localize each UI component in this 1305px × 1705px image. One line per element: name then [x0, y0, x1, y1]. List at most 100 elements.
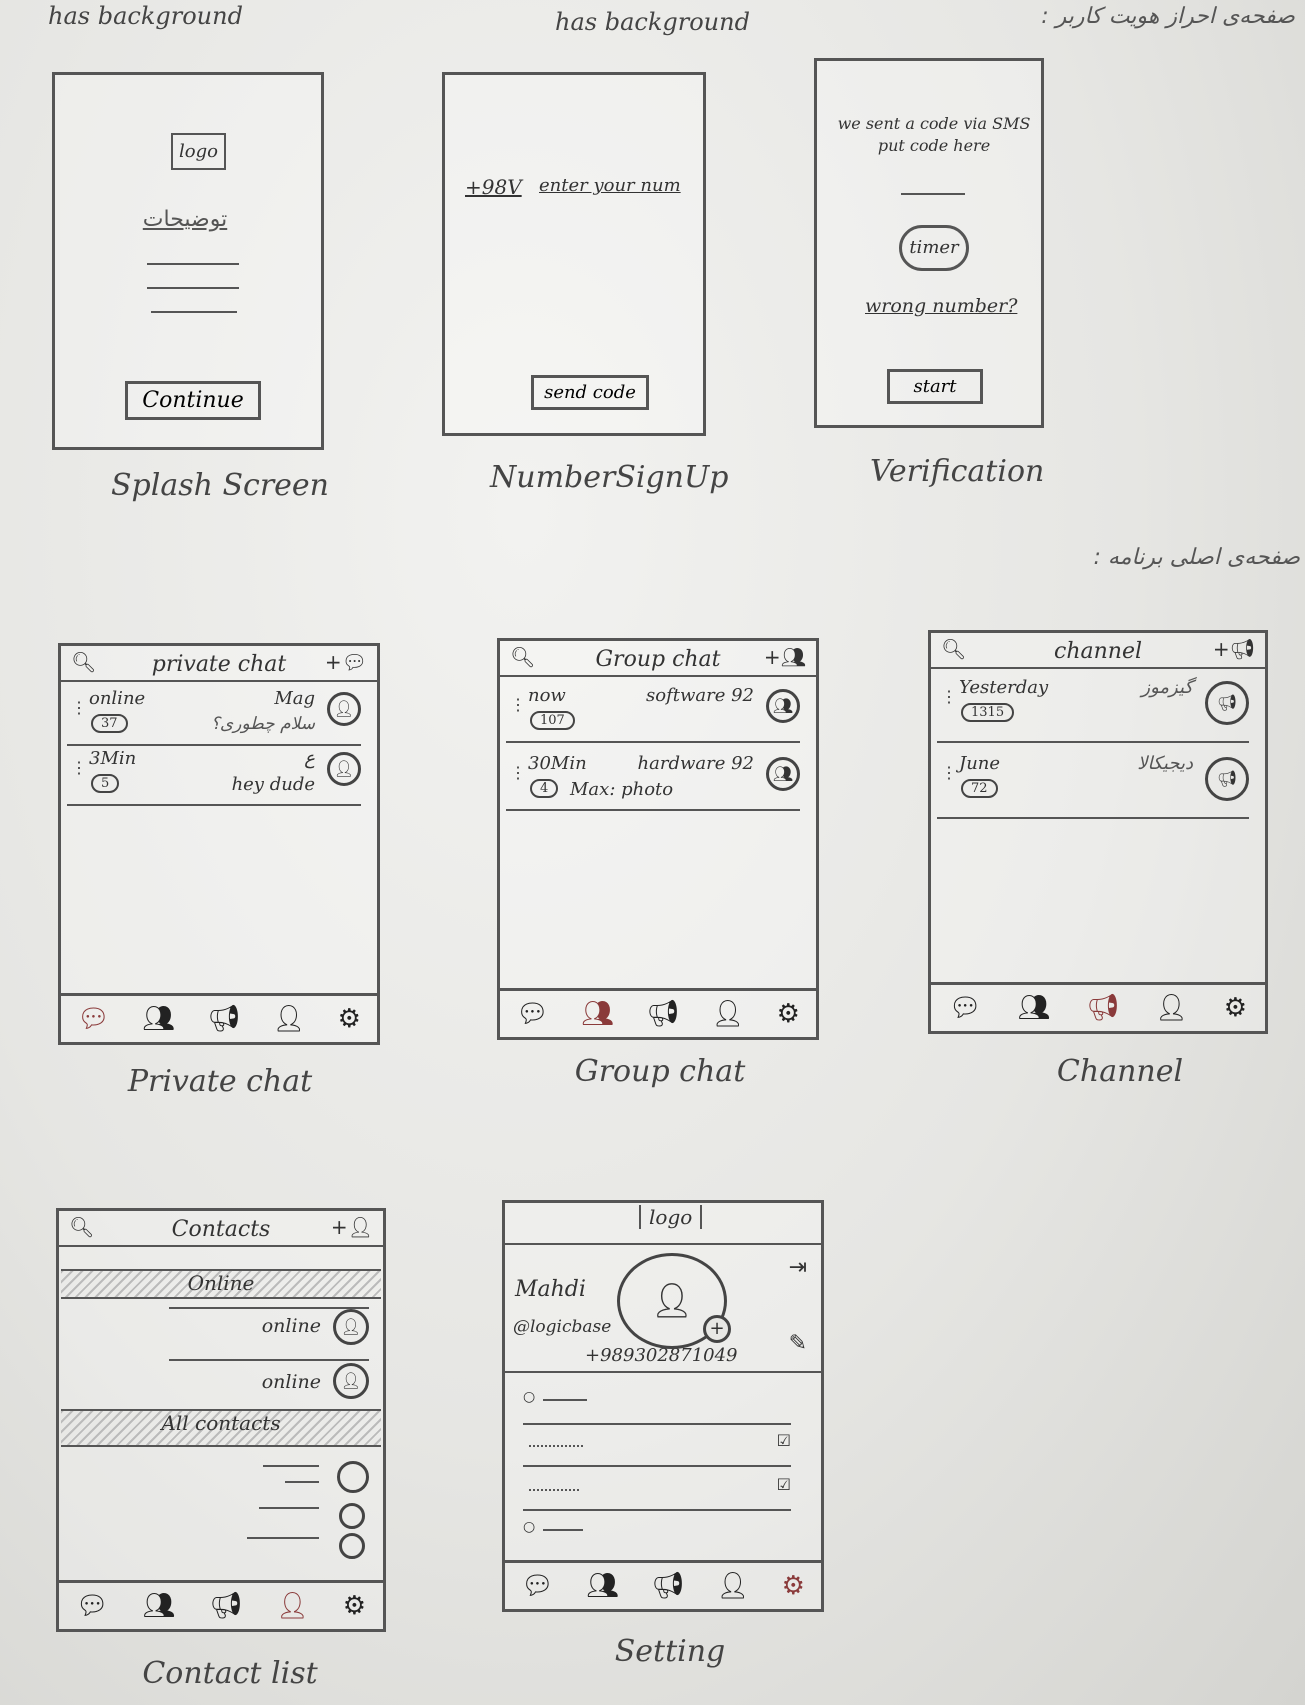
contact-item[interactable]: online 👤︎ [169, 1359, 369, 1403]
group-chat-tab-icon[interactable]: 👥︎ [586, 1571, 619, 1601]
send-code-button[interactable]: send code [531, 375, 649, 410]
chat-message: سلام چطوری؟ [210, 714, 315, 734]
contacts-tab-icon[interactable]: 👤︎ [276, 1591, 309, 1621]
bottom-tab-bar: 💬︎ 👥︎ 📢︎ 👤︎ ⚙︎ [505, 1560, 821, 1609]
channel-row[interactable]: ⋮ Yesterday 1315 گیزموز 📢︎ [937, 675, 1249, 743]
add-contact-icon[interactable]: +👤︎ [331, 1215, 373, 1239]
checkbox-icon[interactable]: ☑ [777, 1475, 791, 1494]
channel-avatar-icon: 📢︎ [1205, 757, 1249, 801]
logo-box: logo [171, 133, 226, 170]
settings-tab-icon[interactable]: ⚙︎ [777, 999, 800, 1029]
code-input[interactable] [901, 193, 965, 195]
contacts-screen: 🔍︎ Contacts +👤︎ Online online 👤︎ online … [56, 1208, 386, 1632]
all-contacts-section-header: All contacts [61, 1409, 381, 1447]
channel-tab-icon[interactable]: 📢︎ [651, 1571, 684, 1601]
setting-item[interactable]: ○ [523, 1389, 791, 1425]
has-background-note-1: has background [48, 2, 243, 30]
chat-time: 3Min [89, 748, 137, 769]
channel-name: دیجیکالا [1137, 753, 1193, 774]
numbersignup-screen: +98V enter your num send code [442, 72, 706, 436]
settings-tab-icon[interactable]: ⚙︎ [338, 1004, 361, 1034]
private-chat-caption: Private chat [127, 1064, 313, 1099]
online-section-header: Online [61, 1269, 381, 1299]
group-chat-caption: Group chat [574, 1054, 746, 1089]
contact-item[interactable] [219, 1533, 369, 1563]
setting-label-line [543, 1529, 583, 1531]
contact-status: online [261, 1371, 321, 1393]
channel-tab-icon[interactable]: 📢︎ [209, 1591, 242, 1621]
channel-row[interactable]: ⋮ June 72 دیجیکالا 📢︎ [937, 751, 1249, 819]
add-photo-icon[interactable]: + [703, 1315, 731, 1343]
logout-icon[interactable]: ⇥ [789, 1255, 807, 1280]
start-button[interactable]: start [887, 369, 983, 404]
chat-time: now [528, 685, 566, 706]
chat-time: online [89, 688, 146, 709]
wrong-number-link[interactable]: wrong number? [865, 295, 1017, 317]
group-chat-tab-icon[interactable]: 👥︎ [143, 1591, 176, 1621]
contacts-tab-icon[interactable]: 👤︎ [716, 1571, 749, 1601]
chat-row[interactable]: ⋮ 30Min 4 hardware 92 Max: photo 👥︎ [506, 751, 800, 811]
checkbox-icon[interactable]: ☑ [777, 1431, 791, 1450]
continue-button[interactable]: Continue [125, 381, 261, 420]
phone-number-input[interactable]: enter your num [539, 175, 681, 196]
edit-icon[interactable]: ✎ [789, 1331, 807, 1356]
contacts-tab-icon[interactable]: 👤︎ [711, 999, 744, 1029]
setting-item[interactable]: ☑ [523, 1431, 791, 1467]
setting-bullet-icon: ○ [523, 1389, 536, 1405]
group-chat-tab-icon[interactable]: 👥︎ [1018, 993, 1051, 1023]
new-channel-icon[interactable]: +📢︎ [1213, 637, 1255, 661]
more-icon[interactable]: ⋮ [941, 763, 957, 782]
private-chat-tab-icon[interactable]: 💬︎ [76, 1591, 109, 1621]
sms-message: we sent a code via SMS put code here [837, 114, 1031, 155]
description-text: توضیحات [142, 207, 228, 232]
channel-name: گیزموز [1141, 677, 1193, 698]
channel-header: 🔍︎ channel +📢︎ [931, 633, 1265, 669]
profile-name: Mahdi [515, 1277, 586, 1302]
private-chat-tab-icon[interactable]: 💬︎ [516, 999, 549, 1029]
description-line-3 [151, 311, 237, 313]
group-chat-tab-icon[interactable]: 👥︎ [581, 999, 614, 1029]
contact-item[interactable] [219, 1461, 369, 1497]
contacts-tab-icon[interactable]: 👤︎ [272, 1004, 305, 1034]
setting-caption: Setting [614, 1634, 726, 1669]
channel-tab-icon[interactable]: 📢︎ [207, 1004, 240, 1034]
channel-tab-icon[interactable]: 📢︎ [646, 999, 679, 1029]
more-icon[interactable]: ⋮ [941, 687, 957, 706]
settings-tab-icon[interactable]: ⚙︎ [343, 1591, 366, 1621]
avatar-icon: 👤︎ [327, 692, 361, 726]
country-code[interactable]: +98V [465, 175, 522, 199]
chat-message: Max: photo [570, 779, 674, 800]
chat-name: Mag [274, 688, 315, 709]
channel-tab-icon[interactable]: 📢︎ [1086, 993, 1119, 1023]
contacts-caption: Contact list [142, 1656, 318, 1691]
contact-avatar-icon [339, 1533, 365, 1559]
contact-avatar-icon [339, 1503, 365, 1529]
more-icon[interactable]: ⋮ [71, 758, 87, 777]
channel-time: June [959, 753, 1001, 774]
avatar-icon: 👤︎ [327, 752, 361, 786]
setting-item[interactable]: ○ [523, 1519, 791, 1543]
chat-row[interactable]: ⋮ 3Min 5 ع hey dude 👤︎ [67, 746, 361, 806]
channel-time: Yesterday [959, 677, 1049, 698]
setting-item[interactable]: ☑ [523, 1475, 791, 1511]
contact-avatar-icon: 👤︎ [333, 1363, 369, 1399]
more-icon[interactable]: ⋮ [71, 698, 87, 717]
private-chat-tab-icon[interactable]: 💬︎ [949, 993, 982, 1023]
new-chat-icon[interactable]: +💬︎ [325, 650, 367, 674]
new-group-icon[interactable]: +👥︎ [764, 645, 806, 669]
bottom-tab-bar: 💬︎ 👥︎ 📢︎ 👤︎ ⚙︎ [61, 993, 377, 1042]
chat-row[interactable]: ⋮ online 37 Mag سلام چطوری؟ 👤︎ [67, 686, 361, 746]
group-chat-tab-icon[interactable]: 👥︎ [142, 1004, 175, 1034]
contact-item[interactable] [219, 1503, 369, 1533]
settings-tab-icon[interactable]: ⚙︎ [1224, 993, 1247, 1023]
chat-name: hardware 92 [637, 753, 754, 774]
private-chat-tab-icon[interactable]: 💬︎ [77, 1004, 110, 1034]
more-icon[interactable]: ⋮ [510, 763, 526, 782]
chat-row[interactable]: ⋮ now 107 software 92 👥︎ [506, 683, 800, 743]
settings-tab-icon[interactable]: ⚙︎ [782, 1571, 805, 1601]
contact-item[interactable]: online 👤︎ [169, 1307, 369, 1351]
contacts-tab-icon[interactable]: 👤︎ [1155, 993, 1188, 1023]
private-chat-tab-icon[interactable]: 💬︎ [521, 1571, 554, 1601]
chat-name: ع [304, 748, 315, 769]
more-icon[interactable]: ⋮ [510, 695, 526, 714]
